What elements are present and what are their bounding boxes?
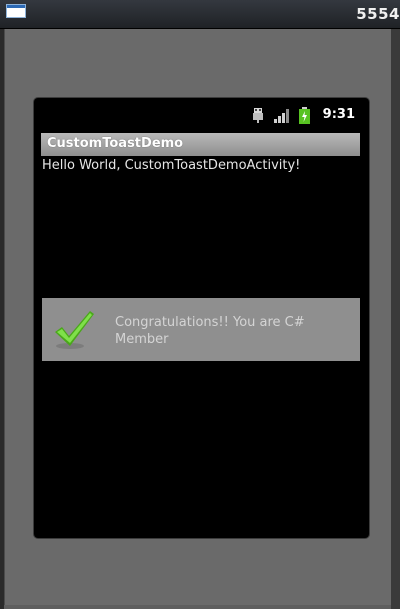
toast-message: Congratulations!! You are C# Member — [115, 315, 305, 347]
custom-toast: Congratulations!! You are C# Member — [42, 298, 360, 361]
window-title: 5554 — [356, 5, 400, 23]
app-title-bar: CustomToastDemo — [41, 133, 360, 156]
hello-text: Hello World, CustomToastDemoActivity! — [42, 158, 301, 173]
status-time: 9:31 — [322, 107, 355, 122]
usb-icon — [253, 108, 263, 123]
window-title-bar: 5554 — [0, 0, 400, 29]
right-window-edge — [391, 29, 400, 609]
window-icon — [6, 4, 26, 18]
battery-icon — [299, 107, 310, 124]
device-screen: 9:31 CustomToastDemo Hello World, Custom… — [34, 98, 369, 538]
status-bar: 9:31 — [34, 98, 369, 130]
checkmark-icon — [55, 311, 94, 349]
app-title: CustomToastDemo — [47, 136, 184, 151]
signal-icon — [274, 109, 289, 123]
